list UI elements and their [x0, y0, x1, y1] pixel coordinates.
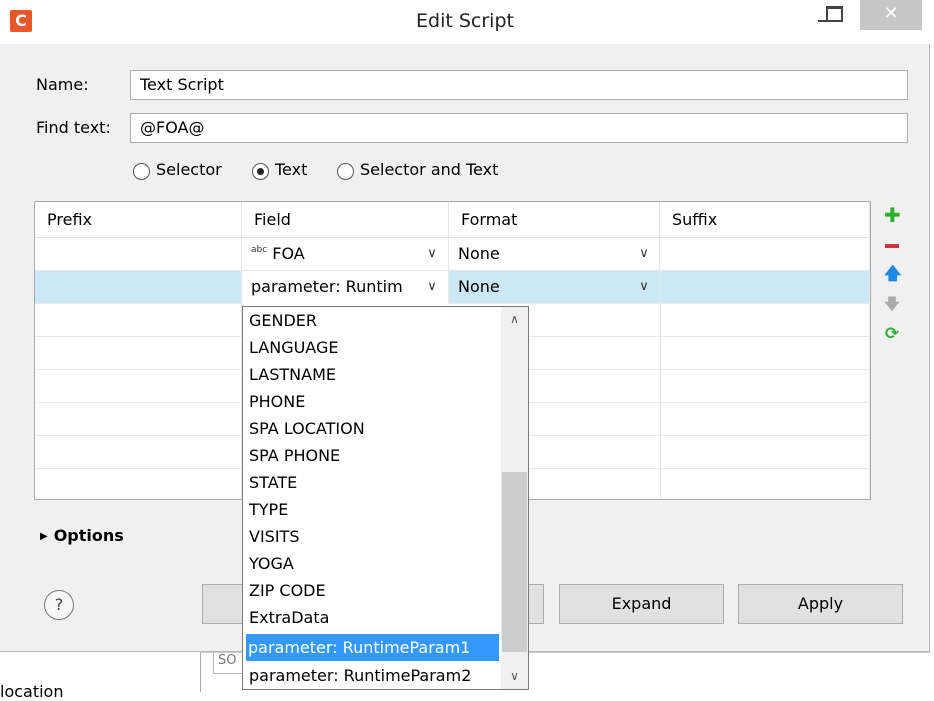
field-combo[interactable]: parameter: Runtim ∨: [242, 271, 449, 304]
background-text: location: [0, 682, 64, 701]
empty-cell: [35, 403, 242, 436]
dropdown-option[interactable]: VISITS: [247, 523, 499, 550]
column-header-format[interactable]: Format: [449, 202, 660, 238]
help-icon: ?: [54, 595, 64, 614]
add-icon[interactable]: ✚: [884, 205, 901, 225]
radio-circle-checked: [252, 163, 269, 180]
scroll-up-icon[interactable]: ∧: [501, 309, 528, 329]
chevron-down-icon[interactable]: ∨: [636, 271, 652, 303]
window-title: Edit Script: [416, 10, 514, 32]
empty-cell: [660, 436, 870, 469]
options-label: Options: [53, 526, 124, 545]
dropdown-option-selected[interactable]: parameter: RuntimeParam1: [246, 634, 499, 661]
maximize-button[interactable]: [818, 0, 848, 30]
close-icon: ✕: [883, 3, 899, 24]
help-button[interactable]: ?: [44, 590, 74, 620]
column-header-field[interactable]: Field: [242, 202, 449, 238]
empty-cell: [660, 469, 870, 499]
empty-cell: [660, 337, 870, 370]
suffix-cell[interactable]: [660, 271, 870, 304]
find-text-label: Find text:: [36, 118, 111, 137]
empty-cell: [35, 370, 242, 403]
table-row[interactable]: abc FOA ∨ None ∨: [35, 238, 870, 271]
field-dropdown-list[interactable]: GENDER LANGUAGE LASTNAME PHONE SPA LOCAT…: [242, 306, 529, 690]
column-header-prefix[interactable]: Prefix: [35, 202, 242, 238]
radio-text[interactable]: Text: [252, 160, 332, 184]
field-value: FOA: [272, 244, 305, 263]
name-field[interactable]: Text Script: [130, 70, 908, 100]
prefix-cell[interactable]: [35, 271, 242, 304]
scrollbar-thumb[interactable]: [502, 472, 527, 652]
dropdown-option[interactable]: ZIP CODE: [247, 577, 499, 604]
column-header-suffix[interactable]: Suffix: [660, 202, 870, 238]
options-toggle[interactable]: ▶ Options: [40, 526, 124, 545]
radio-selector-and-text[interactable]: Selector and Text: [337, 160, 527, 184]
suffix-cell[interactable]: [660, 238, 870, 271]
dropdown-option[interactable]: ExtraData: [247, 604, 499, 631]
format-value: None: [458, 244, 500, 263]
chevron-down-icon[interactable]: ∨: [636, 238, 652, 270]
move-up-icon[interactable]: 🡅: [884, 266, 901, 283]
refresh-icon[interactable]: ⟳: [884, 326, 900, 343]
scroll-down-icon[interactable]: ∨: [501, 666, 528, 686]
triangle-right-icon: ▶: [40, 531, 48, 542]
empty-cell: [35, 469, 242, 499]
chevron-down-icon[interactable]: ∨: [424, 238, 440, 270]
dropdown-option[interactable]: STATE: [247, 469, 499, 496]
apply-button[interactable]: Apply: [738, 584, 903, 624]
dropdown-option[interactable]: PHONE: [247, 388, 499, 415]
close-button[interactable]: ✕: [860, 0, 922, 30]
name-label: Name:: [36, 75, 89, 94]
text-type-icon: abc: [251, 245, 268, 255]
find-text-field[interactable]: @FOA@: [130, 113, 908, 143]
dropdown-option[interactable]: SPA PHONE: [247, 442, 499, 469]
format-cell[interactable]: None ∨: [449, 271, 660, 304]
dropdown-scrollbar[interactable]: ∧ ∨: [501, 307, 528, 689]
radio-selector[interactable]: Selector: [133, 160, 243, 184]
chevron-down-icon[interactable]: ∨: [424, 271, 440, 303]
move-down-icon[interactable]: 🡇: [884, 296, 900, 312]
dropdown-option[interactable]: GENDER: [247, 307, 499, 334]
format-cell[interactable]: None ∨: [449, 238, 660, 271]
empty-cell: [35, 436, 242, 469]
empty-cell: [660, 403, 870, 436]
table-row-selected[interactable]: parameter: Runtim ∨ None ∨: [35, 271, 870, 304]
empty-cell: [660, 370, 870, 403]
radio-circle: [133, 163, 150, 180]
dropdown-option[interactable]: YOGA: [247, 550, 499, 577]
radio-circle: [337, 163, 354, 180]
dropdown-option[interactable]: LANGUAGE: [247, 334, 499, 361]
dropdown-option[interactable]: LASTNAME: [247, 361, 499, 388]
format-value: None: [458, 277, 500, 296]
empty-cell: [35, 337, 242, 370]
prefix-cell[interactable]: [35, 238, 242, 271]
radio-label: Selector: [156, 160, 222, 179]
expand-button[interactable]: Expand: [559, 584, 724, 624]
radio-label: Selector and Text: [360, 160, 499, 179]
remove-icon[interactable]: [884, 238, 900, 254]
field-value: parameter: Runtim: [251, 277, 403, 296]
dropdown-option[interactable]: TYPE: [247, 496, 499, 523]
radio-label: Text: [275, 160, 308, 179]
dropdown-option[interactable]: SPA LOCATION: [247, 415, 499, 442]
empty-cell: [660, 304, 870, 337]
title-bar: C Edit Script ✕: [0, 0, 930, 44]
field-cell[interactable]: abc FOA ∨: [242, 238, 449, 271]
empty-cell: [35, 304, 242, 337]
dropdown-option[interactable]: parameter: RuntimeParam2: [247, 662, 499, 689]
